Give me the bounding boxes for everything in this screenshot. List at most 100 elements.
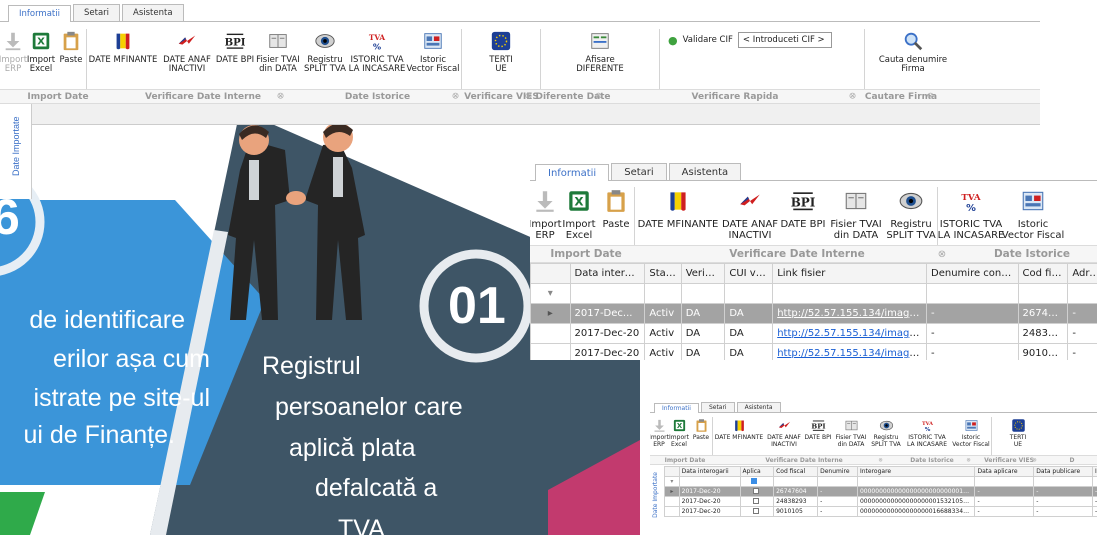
cif-input[interactable]: < Introduceti CIF > bbox=[737, 32, 832, 48]
filter-cell[interactable] bbox=[680, 283, 726, 304]
cell-data-interog[interactable]: 2017-Dec-20 bbox=[569, 343, 646, 360]
filter-cell[interactable] bbox=[1091, 476, 1097, 487]
cauta-denumire-firma-button[interactable]: Cauta denumire Firma bbox=[865, 29, 961, 89]
cell-verificat[interactable]: DA bbox=[680, 323, 726, 344]
cell-data-aplicare[interactable]: - bbox=[974, 486, 1035, 497]
column-header-aplica[interactable]: Aplica bbox=[739, 466, 775, 477]
filter-icon[interactable]: ▾ bbox=[664, 476, 680, 487]
paste-button[interactable]: Paste bbox=[56, 29, 86, 89]
tab-asistenta[interactable]: Asistenta bbox=[736, 402, 781, 412]
date-mfinante-button[interactable]: DATE MFINANTE bbox=[713, 417, 765, 455]
link-fisier[interactable]: http://52.57.155.134/images/... bbox=[777, 308, 925, 319]
terti-ue-button[interactable]: TERTI UE bbox=[462, 29, 540, 89]
column-header-data-interog[interactable]: Data interog... bbox=[569, 263, 646, 284]
filter-cell[interactable] bbox=[1017, 283, 1069, 304]
group-collapse-icon[interactable]: ⊗ bbox=[593, 91, 604, 102]
import-erp-button[interactable]: Import ERP bbox=[650, 417, 669, 455]
filter-cell[interactable] bbox=[644, 283, 682, 304]
tab-informatii[interactable]: Informatii bbox=[654, 403, 699, 413]
cell-iba[interactable]: - bbox=[1091, 506, 1097, 517]
cell-cod-fiscal[interactable]: 24838293 bbox=[773, 496, 819, 507]
filter-cell[interactable] bbox=[724, 283, 774, 304]
cell-denumire[interactable]: - bbox=[817, 506, 858, 517]
cell-data-publicare[interactable]: - bbox=[1033, 496, 1093, 507]
validare-cif-label[interactable]: Validare CIF bbox=[683, 35, 733, 45]
paste-button[interactable]: Paste bbox=[598, 187, 634, 245]
table-row[interactable]: 2017-Dec-20 Activ DA DA http://52.57.155.134… bbox=[530, 323, 1097, 344]
cell-cui-valid[interactable]: DA bbox=[724, 343, 774, 360]
table-row[interactable]: ▸ 2017-Dec-20 26747604-0000000000000000000… bbox=[664, 486, 1097, 497]
cell-iba[interactable]: - bbox=[1091, 486, 1097, 497]
link-fisier[interactable]: http://52.57.155.134/images/... bbox=[777, 328, 925, 339]
cell-data-interog[interactable]: 2017-Dec... bbox=[569, 303, 646, 324]
cell-cod-fiscal[interactable]: 26747604 bbox=[773, 486, 819, 497]
terti-ue-button[interactable]: TERTI UE bbox=[992, 417, 1044, 455]
tab-asistenta[interactable]: Asistenta bbox=[122, 4, 184, 21]
cell-denumire-contrib[interactable]: - bbox=[926, 303, 1019, 324]
registru-split-tva-button[interactable]: Registru SPLIT TVA bbox=[301, 29, 349, 89]
cell-adresa[interactable]: - bbox=[1067, 343, 1097, 360]
side-tab-date-importate[interactable]: Date Importate bbox=[652, 472, 659, 518]
import-excel-button[interactable]: X Import Excel bbox=[26, 29, 56, 89]
filter-cell[interactable] bbox=[773, 476, 819, 487]
cell-interogare[interactable]: 0000000000000000000166883346... bbox=[856, 506, 976, 517]
group-collapse-icon[interactable]: ⊗ bbox=[523, 91, 534, 102]
istoric-vector-fiscal-button[interactable]: Istoric Vector Fiscal bbox=[1002, 187, 1064, 245]
fisier-tvai-din-data-button[interactable]: Fisier TVAI din DATA bbox=[827, 187, 885, 245]
cell-status[interactable]: Activ bbox=[644, 323, 682, 344]
filter-cell[interactable] bbox=[1067, 283, 1097, 304]
date-bpi-button[interactable]: BPI DATE BPI bbox=[779, 187, 827, 245]
import-erp-button[interactable]: Import ERP bbox=[0, 29, 27, 89]
istoric-tva-la-incasare-button[interactable]: TVA% ISTORIC TVA LA INCASARE bbox=[938, 187, 1005, 245]
filter-cell[interactable] bbox=[926, 283, 1019, 304]
column-header-denumire[interactable]: Denumire bbox=[817, 466, 858, 477]
cell-data-interogarii[interactable]: 2017-Dec-20 bbox=[678, 496, 741, 507]
cell-data-interog[interactable]: 2017-Dec-20 bbox=[569, 323, 646, 344]
tab-setari[interactable]: Setari bbox=[611, 163, 667, 180]
tab-setari[interactable]: Setari bbox=[72, 4, 121, 21]
cell-interogare[interactable]: 00000000000000000000153210586... bbox=[856, 496, 976, 507]
istoric-tva-la-incasare-button[interactable]: TVA% ISTORIC TVA LA INCASARE bbox=[349, 29, 406, 89]
cell-status[interactable]: Activ bbox=[644, 343, 682, 360]
filter-cell[interactable] bbox=[569, 283, 646, 304]
column-header-iba[interactable]: IBA bbox=[1091, 466, 1097, 477]
cell-verificat[interactable]: DA bbox=[680, 303, 726, 324]
column-header-data-aplicare[interactable]: Data aplicare bbox=[974, 466, 1035, 477]
group-collapse-icon[interactable]: ⊗ bbox=[965, 457, 972, 464]
date-anaf-inactivi-button[interactable]: DATE ANAF INACTIVI bbox=[765, 417, 803, 455]
date-bpi-button[interactable]: BPI DATE BPI bbox=[803, 417, 833, 455]
tab-asistenta[interactable]: Asistenta bbox=[668, 163, 742, 180]
side-tab-label[interactable]: Date Importate bbox=[11, 116, 21, 176]
cell-denumire-contrib[interactable]: - bbox=[926, 323, 1019, 344]
tab-informatii[interactable]: Informatii bbox=[535, 164, 610, 181]
date-anaf-inactivi-button[interactable]: DATE ANAF INACTIVI bbox=[721, 187, 779, 245]
filter-cell[interactable] bbox=[974, 476, 1035, 487]
istoric-vector-fiscal-button[interactable]: Istoric Vector Fiscal bbox=[951, 417, 991, 455]
cell-data-interogarii[interactable]: 2017-Dec-20 bbox=[678, 506, 741, 517]
aplica-checkbox[interactable] bbox=[752, 497, 759, 504]
aplica-checkbox[interactable] bbox=[752, 487, 759, 494]
link-fisier[interactable]: http://52.57.155.134/images/... bbox=[777, 348, 925, 359]
filter-cell[interactable] bbox=[856, 476, 976, 487]
filter-cell[interactable] bbox=[1033, 476, 1093, 487]
filter-cell[interactable] bbox=[678, 476, 741, 487]
import-excel-button[interactable]: X Import Excel bbox=[560, 187, 598, 245]
table-row[interactable]: ▸ 2017-Dec... Activ DA DA http://52.57.155.13… bbox=[530, 303, 1097, 324]
column-header-cod-fiscal[interactable]: Cod fiscal bbox=[1017, 263, 1069, 284]
table-row[interactable]: 2017-Dec-20 9010105-000000000000000000016… bbox=[664, 506, 1097, 517]
import-excel-button[interactable]: X Import Excel bbox=[668, 417, 690, 455]
cell-cod-fiscal[interactable]: 9010105 bbox=[1017, 343, 1069, 360]
group-collapse-icon[interactable]: ⊗ bbox=[1031, 457, 1038, 464]
date-mfinante-button[interactable]: DATE MFINANTE bbox=[87, 29, 159, 89]
column-header-interogare[interactable]: Interogare bbox=[856, 466, 976, 477]
cell-data-publicare[interactable]: - bbox=[1033, 506, 1093, 517]
aplica-checkbox[interactable] bbox=[752, 507, 759, 514]
cell-cod-fiscal[interactable]: 26747604 bbox=[1017, 303, 1069, 324]
column-header-denumire-contrib[interactable]: Denumire contrib... bbox=[926, 263, 1019, 284]
istoric-tva-la-incasare-button[interactable]: TVA% ISTORIC TVA LA INCASARE bbox=[903, 417, 951, 455]
filter-cell[interactable] bbox=[772, 283, 928, 304]
cell-cui-valid[interactable]: DA bbox=[724, 323, 774, 344]
cell-data-interogarii[interactable]: 2017-Dec-20 bbox=[678, 486, 741, 497]
group-collapse-icon[interactable]: ⊗ bbox=[936, 248, 948, 260]
column-header-data-interogarii[interactable]: Data interogarii bbox=[678, 466, 741, 477]
